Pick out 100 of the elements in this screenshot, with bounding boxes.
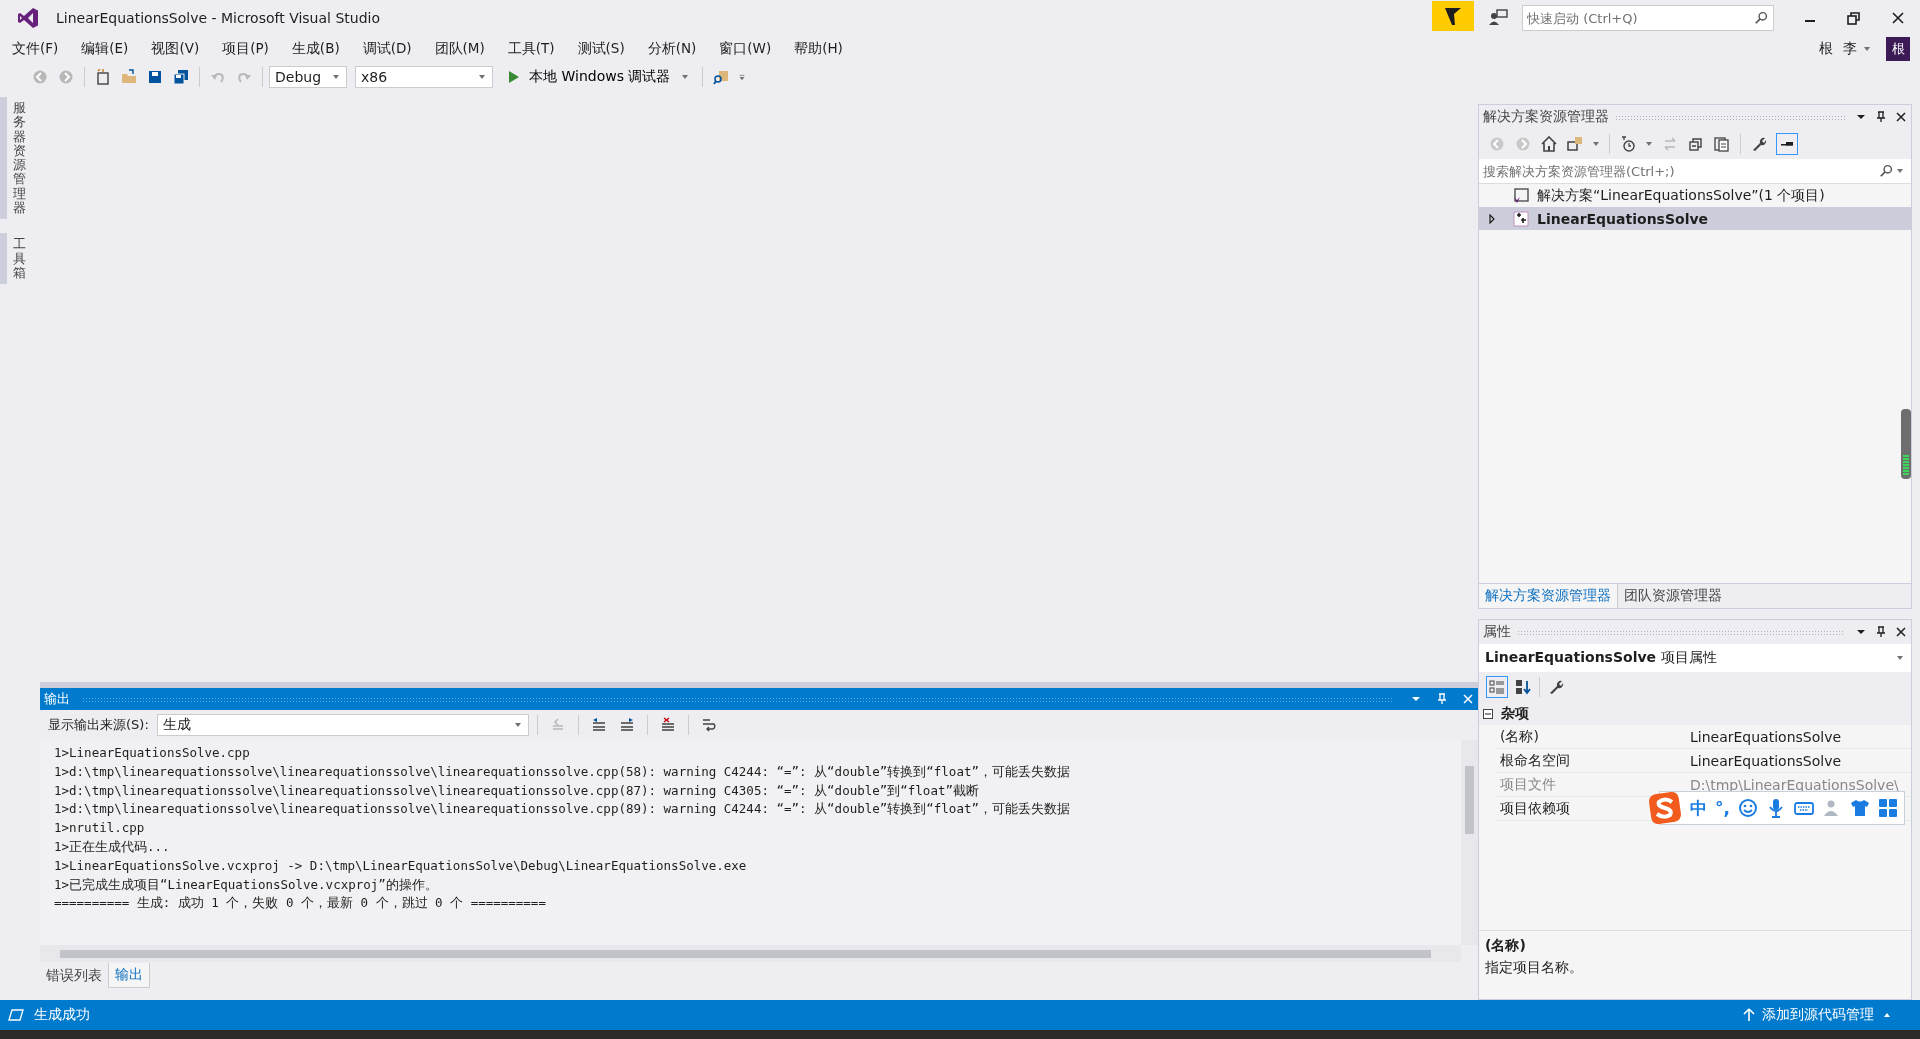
panel-tab[interactable]: 解决方案资源管理器 [1479, 584, 1618, 608]
menu-item[interactable]: 窗口(W) [713, 40, 780, 58]
category-row[interactable]: 杂项 [1479, 702, 1911, 725]
caret-icon[interactable] [1863, 45, 1871, 53]
user-name[interactable]: 根 李 [1818, 40, 1860, 58]
caret-icon[interactable] [1645, 140, 1653, 148]
output-line: 1>正在生成代码... [54, 838, 171, 856]
categorized-icon[interactable] [1487, 677, 1507, 697]
tree-item[interactable]: 解决方案“LinearEquationsSolve”(1 个项目) [1479, 184, 1911, 207]
show-all-files-icon[interactable] [1714, 136, 1730, 152]
search-field[interactable]: 搜索解决方案资源管理器(Ctrl+;) [1479, 159, 1911, 183]
menu-item[interactable]: 视图(V) [145, 40, 208, 58]
new-project-icon[interactable] [95, 69, 111, 85]
configuration-dropdown[interactable]: Debug [269, 66, 347, 88]
property-name[interactable]: 根命名空间 [1500, 751, 1570, 768]
solution-icon [1513, 187, 1529, 204]
app-logo-icon [16, 6, 40, 30]
output-line: 1>d:\tmp\linearequationssolve\linearequationssolve\linearequationssolve.cpp(89): warning C4244: “=”: 从“double”转换到“float”，可能丢失数据 [54, 800, 1071, 819]
next-message-icon[interactable] [618, 717, 635, 733]
punctuation-toggle[interactable]: °, [1715, 798, 1730, 818]
pin-icon[interactable] [1875, 626, 1887, 638]
window-title: LinearEquationsSolve - Microsoft Visual Studio [56, 10, 380, 26]
smiley-icon[interactable] [1737, 798, 1758, 818]
search-icon [1754, 11, 1768, 25]
input-mode-toggle[interactable]: 中 [1690, 796, 1707, 820]
menu-item[interactable]: 测试(S) [571, 40, 633, 58]
find-in-files-icon[interactable] [713, 69, 730, 85]
save-icon[interactable] [147, 69, 163, 85]
search-icon[interactable] [1879, 164, 1893, 178]
side-tab[interactable]: 服务器资源管理器 [0, 97, 40, 220]
menu-item[interactable]: 工具(T) [501, 40, 563, 58]
source-label: 显示输出来源(S): [48, 716, 149, 734]
shirt-icon[interactable] [1849, 798, 1870, 818]
property-value[interactable]: LinearEquationsSolve [1690, 728, 1911, 745]
menu-item[interactable]: 分析(N) [641, 40, 705, 58]
wrench-icon[interactable] [1751, 136, 1767, 152]
home-icon[interactable] [1541, 136, 1557, 152]
preview-toggle-icon[interactable] [1777, 134, 1797, 154]
output-line: 1>LinearEquationsSolve.cpp [54, 744, 251, 762]
up-arrow-icon [1742, 1008, 1756, 1022]
clear-all-icon[interactable] [659, 717, 676, 733]
caret-icon [1883, 1011, 1891, 1019]
output-source-dropdown[interactable]: 生成 [156, 714, 529, 736]
panel-tab[interactable]: 团队资源管理器 [1618, 584, 1728, 608]
property-name[interactable]: 项目依赖项 [1500, 799, 1570, 816]
grid-icon[interactable] [1877, 798, 1898, 818]
feedback-flag-icon[interactable] [1432, 0, 1474, 32]
vertical-scrollbar[interactable] [1461, 740, 1478, 945]
wrench-icon[interactable] [1548, 679, 1564, 695]
sort-alphabetical-icon[interactable] [1515, 679, 1531, 695]
output-line: ========== 生成: 成功 1 个，失败 0 个，最新 0 个，跳过 0 个 ========== [54, 894, 547, 913]
overflow-icon[interactable] [738, 73, 747, 81]
status-message: 生成成功 [34, 1006, 90, 1024]
menu-item[interactable]: 项目(P) [216, 40, 277, 58]
menu-item[interactable]: 文件(F) [6, 40, 67, 58]
panel-tab[interactable]: 输出 [108, 963, 150, 988]
panel-tab[interactable]: 错误列表 [40, 964, 108, 988]
switch-views-icon[interactable] [1567, 136, 1583, 152]
pin-icon[interactable] [1875, 111, 1887, 123]
close-icon[interactable] [1895, 111, 1907, 123]
menu-item[interactable]: 编辑(E) [75, 40, 137, 58]
output-line: 1>d:\tmp\linearequationssolve\linearequationssolve\linearequationssolve.cpp(87): warning C4305: “=”: 从“double”到“float”截断 [54, 781, 980, 800]
open-folder-icon[interactable] [121, 69, 137, 85]
word-wrap-icon[interactable] [700, 717, 717, 733]
menu-item[interactable]: 帮助(H) [788, 40, 851, 58]
menu-item[interactable]: 生成(B) [285, 40, 348, 58]
tree-item[interactable]: LinearEquationsSolve [1479, 207, 1911, 230]
expander-icon[interactable] [1487, 213, 1497, 224]
user-avatar[interactable]: 根 [1886, 37, 1910, 61]
close-icon[interactable] [1895, 626, 1907, 638]
output-line: 1>已完成生成项目“LinearEquationsSolve.vcxproj”的操作。 [54, 875, 439, 894]
caret-icon [332, 73, 340, 81]
caret-icon[interactable] [1592, 140, 1600, 148]
description-title: (名称) [1485, 937, 1527, 955]
start-debugging-button[interactable]: 本地 Windows 调试器 [503, 68, 697, 86]
output-line: 1>d:\tmp\linearequationssolve\linearequationssolve\linearequationssolve.cpp(58): warning C4244: “=”: 从“double”转换到“float”，可能丢失数据 [54, 762, 1071, 781]
panel-title: 解决方案资源管理器 [1483, 108, 1609, 126]
description-text: 指定项目名称。 [1485, 959, 1584, 977]
feedback-person-icon[interactable] [1488, 8, 1508, 28]
menu-item[interactable]: 调试(D) [356, 40, 420, 58]
caret-icon [1896, 654, 1904, 662]
object-selector[interactable]: LinearEquationsSolve 项目属性 [1479, 644, 1911, 672]
collapse-all-icon[interactable] [1688, 136, 1704, 152]
status-icon [8, 1007, 24, 1023]
source-control-button[interactable]: 添加到源代码管理 [1736, 1005, 1900, 1025]
project-icon [1513, 210, 1529, 227]
property-name[interactable]: (名称) [1500, 727, 1539, 744]
previous-message-icon[interactable] [590, 717, 607, 733]
platform-dropdown[interactable]: x86 [355, 66, 493, 88]
caret-icon [681, 73, 690, 81]
menu-item[interactable]: 团队(M) [428, 40, 493, 58]
save-all-icon[interactable] [173, 69, 189, 85]
collapse-icon[interactable] [1483, 708, 1493, 719]
horizontal-scrollbar[interactable] [40, 945, 1461, 962]
quick-launch-field[interactable]: 快速启动 (Ctrl+Q) [1522, 5, 1774, 31]
caret-icon[interactable] [1896, 167, 1904, 175]
property-value[interactable]: LinearEquationsSolve [1690, 752, 1911, 769]
side-tab[interactable]: 工具箱 [0, 233, 40, 285]
ime-logo-icon[interactable] [1648, 791, 1682, 825]
pending-changes-icon[interactable] [1620, 136, 1636, 152]
